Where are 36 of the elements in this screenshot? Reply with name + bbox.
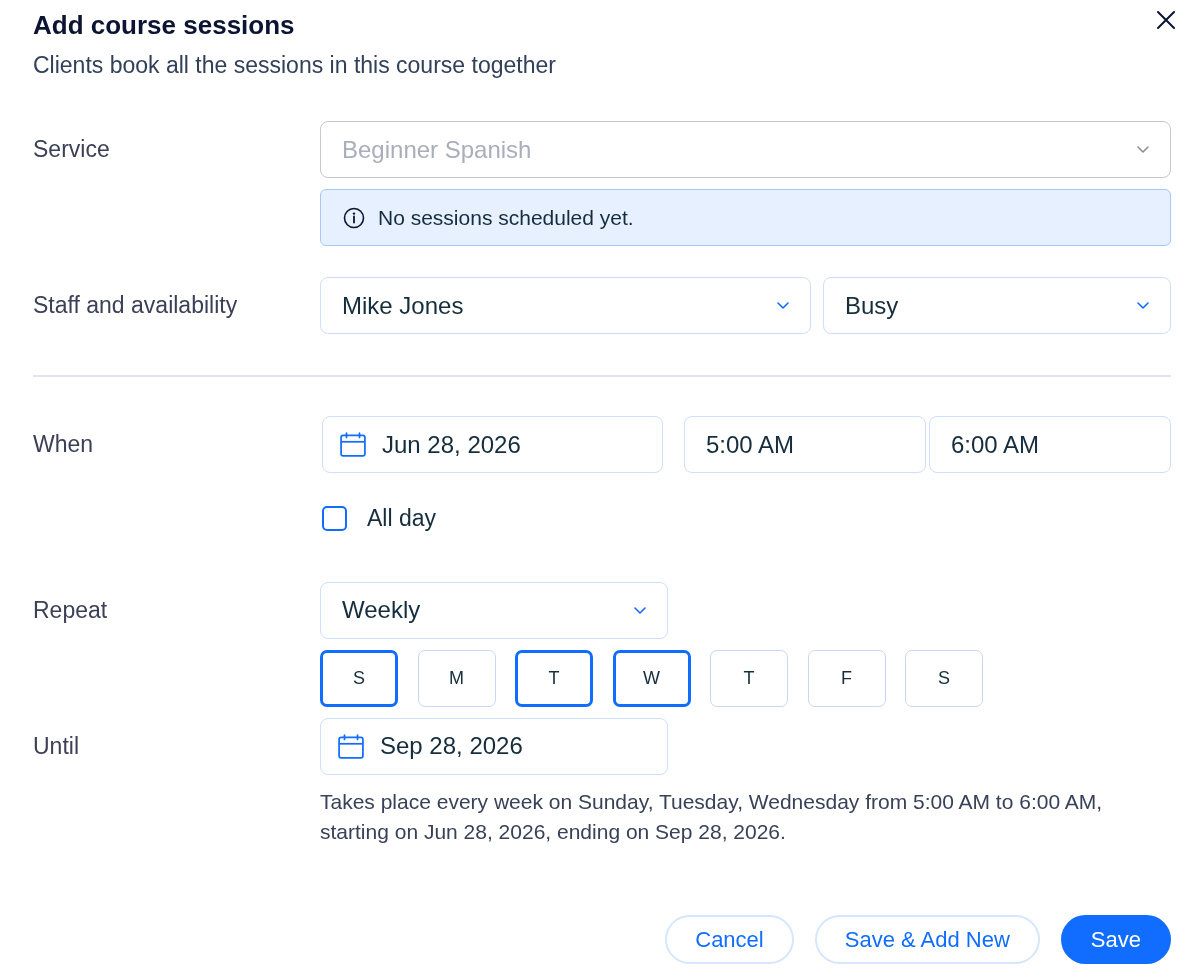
- dialog-button[interactable]: Cancel: [665, 914, 794, 964]
- weekday-toggle[interactable]: S: [320, 649, 398, 707]
- checkbox-label: All day: [367, 504, 437, 533]
- calendar-icon: [340, 432, 366, 457]
- chevron-down-icon: [777, 302, 789, 309]
- close-icon[interactable]: [1156, 10, 1176, 30]
- dropdown[interactable]: Mike Jones: [320, 277, 811, 334]
- dropdown[interactable]: Busy: [823, 277, 1171, 334]
- info-icon: [343, 206, 365, 229]
- weekday-toggle[interactable]: M: [417, 649, 496, 707]
- dialog-button[interactable]: Save: [1060, 914, 1171, 964]
- checkbox[interactable]: [322, 505, 347, 531]
- weekday-toggle[interactable]: W: [612, 649, 691, 707]
- field-label: Until: [33, 731, 79, 761]
- dialog-button[interactable]: Save & Add New: [814, 914, 1040, 964]
- chevron-down-icon: [634, 606, 646, 614]
- dropdown[interactable]: Weekly: [320, 581, 668, 639]
- field-label: Staff and availability: [33, 291, 238, 321]
- field-label: Repeat: [33, 595, 108, 625]
- time-field[interactable]: 5:00 AM: [684, 416, 926, 473]
- dialog-subtitle: Clients book all the sessions in this course together: [33, 51, 556, 80]
- date-field[interactable]: Jun 28, 2026: [322, 416, 663, 473]
- field-label: Service: [33, 135, 110, 165]
- dialog-title: Add course sessions: [33, 9, 296, 42]
- chevron-down-icon: [1137, 302, 1149, 309]
- info-message: No sessions scheduled yet.: [378, 204, 634, 231]
- date-field[interactable]: Sep 28, 2026: [320, 717, 668, 775]
- time-field[interactable]: 6:00 AM: [929, 416, 1171, 473]
- repeat-summary: Takes place every week on Sunday, Tuesday, Wednesday from 5:00 AM to 6:00 AM, starting on Jun 28, 2026, ending on Sep 28, 2026.: [320, 788, 1104, 845]
- calendar-icon: [338, 733, 364, 759]
- weekday-toggle[interactable]: T: [710, 649, 788, 707]
- weekday-toggle[interactable]: T: [515, 649, 593, 707]
- weekday-toggle[interactable]: F: [807, 649, 886, 707]
- weekday-toggle[interactable]: S: [905, 649, 983, 707]
- field-label: When: [33, 430, 94, 460]
- chevron-down-icon: [1137, 146, 1149, 153]
